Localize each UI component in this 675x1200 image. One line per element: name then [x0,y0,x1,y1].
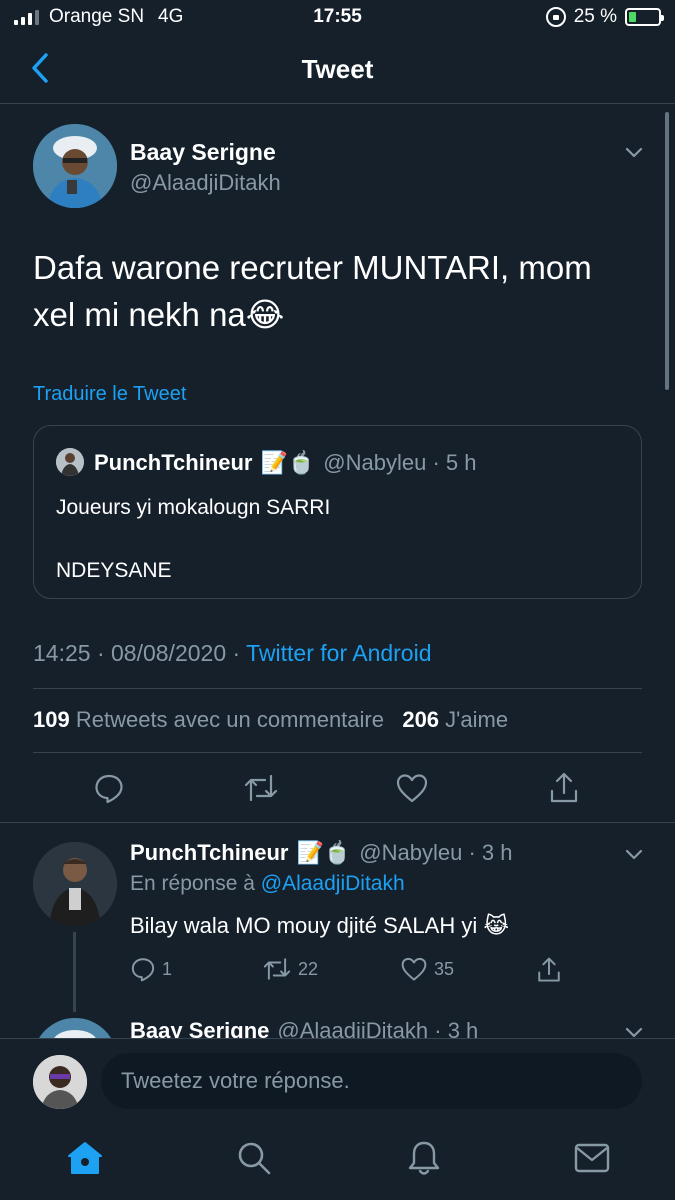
notifications-icon [408,1141,440,1175]
share-icon [550,772,578,803]
reply-text: Bilay wala MO mouy djité SALAH yi 😹 [130,913,509,939]
like-button[interactable] [394,770,430,806]
nav-bar: Tweet [0,36,675,104]
reply-text-body: Bilay wala MO mouy djité SALAH yi [130,913,484,938]
reply-emoji: 😹 [483,913,510,938]
tweet-timestamp: 14:25 · 08/08/2020 · [33,640,247,666]
reply-button[interactable] [91,770,127,806]
scrollbar[interactable] [665,112,669,390]
share-icon [538,957,560,982]
tweet-emoji: 😂 [245,296,285,333]
retweet-button[interactable] [243,770,279,806]
heart-icon [396,774,428,803]
tab-search[interactable] [234,1138,274,1178]
quoted-author-name: PunchTchineur [94,450,253,475]
messages-icon [574,1143,610,1173]
chevron-down-icon [625,849,643,860]
quoted-author-avatar [56,448,84,476]
reply-input[interactable] [101,1053,642,1109]
quoted-tweet-text-line1: Joueurs yi mokalougn SARRI [56,496,331,519]
tab-bar [0,1122,675,1200]
reply-like-count: 35 [434,958,455,979]
thread-line [73,932,76,1012]
compose-bar [0,1038,675,1122]
reply-icon [131,958,155,982]
my-avatar [33,1055,87,1109]
tweet-menu-button[interactable] [622,140,646,164]
reply-menu-button[interactable] [622,842,646,866]
in-reply-handle[interactable]: @AlaadjiDitakh [261,872,405,895]
tab-home[interactable] [65,1138,105,1178]
tweet-stats: 109 Retweets avec un commentaire 206 J'a… [33,707,508,733]
reply-reply-button[interactable]: 1 [130,956,172,982]
quoted-author-emoji: 📝🍵 [260,450,316,475]
retweet-icon [244,774,278,802]
reply-retweet-count: 22 [298,958,319,979]
chevron-down-icon [625,1027,643,1038]
author-avatar[interactable] [33,124,117,208]
quoted-tweet-meta: @Nabyleu · 5 h [323,450,477,475]
retweet-icon [263,958,291,980]
tweet-text: Dafa warone recruter MUNTARI, mom xel mi… [33,244,643,338]
next-reply-menu-button[interactable] [622,1020,646,1038]
likes-label: J'aime [445,707,509,732]
home-icon [68,1142,102,1174]
reply-author-avatar[interactable] [33,842,117,926]
share-button[interactable] [546,770,582,806]
retweets-count: 109 [33,707,70,732]
tab-notifications[interactable] [404,1138,444,1178]
tweet-detail-screen: Orange SN 4G 17:55 25 % Tweet Baay Serig… [0,0,675,1200]
next-reply-author-name: Baay Serigne [130,1018,270,1038]
next-reply-peek[interactable]: Baay Serigne @AlaadjiDitakh · 3 h [0,1014,675,1038]
heart-icon [401,957,427,981]
in-reply-prefix: En réponse à [130,872,261,895]
orientation-lock-icon [545,7,566,27]
quote-retweets-stat[interactable]: 109 Retweets avec un commentaire [33,707,384,732]
retweets-label: Retweets avec un commentaire [75,707,384,732]
reply-author-emoji: 📝🍵 [296,840,352,865]
reply-like-button[interactable]: 35 [400,956,454,982]
reply-meta: @Nabyleu · 3 h [359,840,513,865]
translate-tweet-link[interactable]: Traduire le Tweet [33,383,186,406]
reply-author-name[interactable]: PunchTchineur [130,840,289,866]
battery-icon [625,8,664,26]
search-icon [238,1142,271,1175]
tab-messages[interactable] [572,1138,612,1178]
quoted-tweet-text-line2: NDEYSANE [56,559,172,582]
likes-count: 206 [402,707,440,732]
page-title: Tweet [301,54,374,84]
status-bar: Orange SN 4G 17:55 25 % [0,0,675,36]
likes-stat[interactable]: 206 J'aime [402,707,508,732]
tweet-text-line2: xel mi nekh na [33,296,246,333]
next-reply-meta: @AlaadjiDitakh · 3 h [277,1018,479,1038]
in-reply-to: En réponse à @AlaadjiDitakh [130,872,405,896]
tweet-meta: 14:25 · 08/08/2020 · Twitter for Android [33,640,432,667]
reply-icon [95,774,123,804]
quoted-tweet-card[interactable]: PunchTchineur 📝🍵 @Nabyleu · 5 h Joueurs … [33,425,642,599]
tweet-source-link[interactable]: Twitter for Android [246,640,431,666]
reply-share-button[interactable] [536,956,562,984]
chevron-down-icon [625,147,643,158]
tweet-text-line1: Dafa warone recruter MUNTARI, mom [33,249,592,286]
divider [0,822,675,823]
author-name[interactable]: Baay Serigne [130,139,276,166]
divider [33,688,642,689]
author-handle[interactable]: @AlaadjiDitakh [130,170,281,196]
reply-retweet-button[interactable]: 22 [262,956,318,982]
battery-percent: 25 % [573,6,617,27]
divider [33,752,642,753]
next-reply-avatar [33,1018,117,1038]
reply-reply-count: 1 [162,958,173,979]
